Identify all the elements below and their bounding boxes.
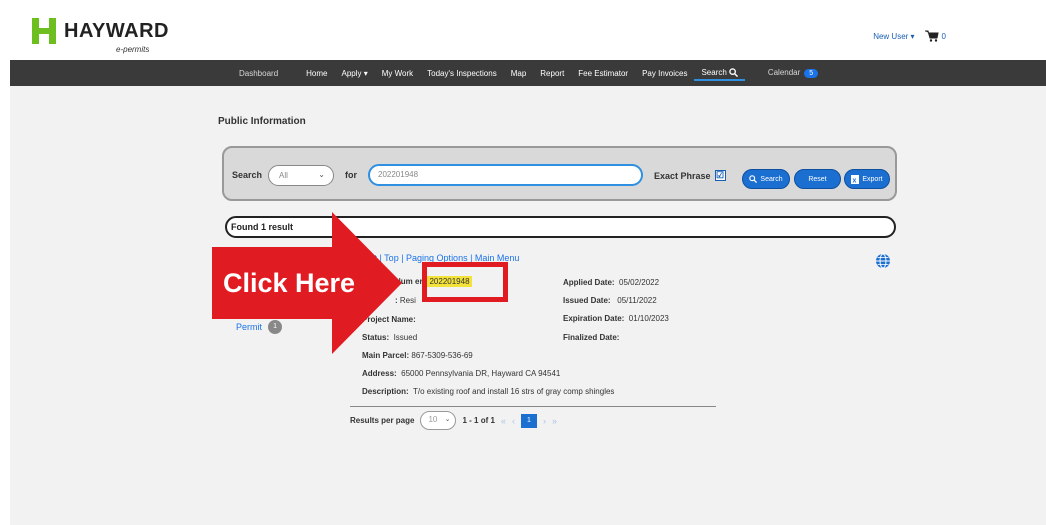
user-menu[interactable]: New User ▾: [873, 32, 914, 41]
nav-report[interactable]: Report: [533, 69, 571, 78]
nav-dashboard[interactable]: Dashboard: [232, 69, 285, 78]
issued-date-value: 05/11/2022: [617, 296, 657, 305]
nav-items: Dashboard Home Apply ▾ My Work Today's I…: [232, 60, 825, 86]
user-area: New User ▾ 0: [873, 30, 946, 42]
nav-calendar[interactable]: Calendar 5: [761, 68, 825, 78]
logo-h-icon: [32, 18, 56, 44]
search-icon: [749, 175, 758, 183]
nav-calendar-label: Calendar: [767, 68, 801, 77]
header: HAYWARD e-permits New User ▾ 0: [10, 0, 1046, 60]
exact-phrase-checkbox[interactable]: ☑: [714, 170, 726, 181]
excel-icon: x: [851, 174, 860, 184]
cart-icon: [924, 30, 939, 42]
results-per-page-label: Results per page: [350, 416, 415, 425]
exact-phrase-label: Exact Phrase: [654, 170, 711, 181]
search-scope-select[interactable]: All ⌄: [268, 165, 334, 186]
expiration-date-value: 01/10/2023: [628, 314, 669, 323]
search-panel: Search All ⌄ for 202201948 Exact Phrase …: [222, 146, 897, 201]
export-button[interactable]: x Export: [844, 169, 890, 189]
reset-button-label: Reset: [808, 175, 827, 183]
description-label: Description:: [362, 387, 409, 396]
current-page[interactable]: 1: [520, 413, 537, 428]
first-page-icon[interactable]: «: [501, 416, 506, 426]
search-button-label: Search: [760, 175, 783, 183]
description: Description: T/o existing roof and insta…: [362, 387, 614, 396]
page: HAYWARD e-permits New User ▾ 0 Dashboard…: [0, 0, 1046, 525]
calendar-badge: 5: [804, 69, 819, 78]
issued-date-label: Issued Date:: [563, 296, 611, 305]
applied-date-value: 05/02/2022: [619, 278, 660, 287]
nav-search-label: Search: [701, 67, 727, 77]
search-scope-value: All: [279, 171, 288, 180]
finalized-date: Finalized Date:: [563, 333, 619, 342]
search-label: Search: [232, 170, 263, 180]
nav-map[interactable]: Map: [504, 69, 534, 78]
address-label: Address:: [362, 369, 397, 378]
nav-home[interactable]: Home: [299, 69, 334, 78]
results-per-page-select[interactable]: 10 ⌄: [420, 411, 457, 430]
applied-date-label: Applied Date:: [563, 278, 615, 287]
page-title: Public Information: [218, 116, 306, 127]
chevron-down-icon: ⌄: [318, 170, 325, 179]
pager: Results per page 10 ⌄ 1 - 1 of 1 « ‹ 1 ›…: [350, 411, 557, 430]
search-button[interactable]: Search: [742, 169, 790, 189]
nav-todays-inspections[interactable]: Today's Inspections: [420, 69, 504, 78]
click-here-annotation: Click Here: [223, 268, 356, 298]
address: Address: 65000 Pennsylvania DR, Hayward …: [362, 369, 560, 378]
nav-my-work[interactable]: My Work: [375, 69, 420, 78]
issued-date: Issued Date: 05/11/2022: [563, 296, 657, 305]
applied-date: Applied Date: 05/02/2022: [563, 278, 659, 287]
prev-page-icon[interactable]: ‹: [512, 416, 515, 426]
divider: [350, 406, 716, 407]
main-parcel-value: 867-5309-536-69: [411, 351, 473, 360]
main-nav: Dashboard Home Apply ▾ My Work Today's I…: [10, 60, 1046, 86]
last-page-icon[interactable]: »: [552, 416, 557, 426]
results-per-page-value: 10: [428, 415, 438, 424]
svg-text:x: x: [853, 177, 857, 184]
expiration-date-label: Expiration Date:: [563, 314, 625, 323]
reset-button[interactable]: Reset: [794, 169, 841, 189]
logo-subtitle: e-permits: [116, 45, 150, 54]
finalized-date-label: Finalized Date:: [563, 333, 620, 342]
description-value: T/o existing roof and install 16 strs of…: [412, 387, 615, 396]
chevron-down-icon: ⌄: [444, 416, 451, 423]
nav-search[interactable]: Search: [694, 67, 745, 81]
logo-brand: HAYWARD: [64, 20, 169, 42]
export-button-label: Export: [862, 175, 883, 183]
page-range: 1 - 1 of 1: [462, 416, 495, 425]
search-input[interactable]: 202201948: [368, 164, 643, 186]
exact-phrase: Exact Phrase ☑: [654, 170, 726, 181]
logo[interactable]: HAYWARD e-permits: [32, 18, 172, 58]
globe-icon[interactable]: [875, 253, 891, 269]
highlight-box: [422, 262, 508, 302]
for-label: for: [345, 170, 357, 180]
next-page-icon[interactable]: ›: [543, 416, 546, 426]
expiration-date: Expiration Date: 01/10/2023: [563, 314, 669, 323]
cart-button[interactable]: 0: [924, 30, 946, 42]
nav-fee-estimator[interactable]: Fee Estimator: [571, 69, 635, 78]
search-icon: [729, 67, 738, 77]
nav-pay-invoices[interactable]: Pay Invoices: [635, 69, 694, 78]
address-value: 65000 Pennsylvania DR, Hayward CA 94541: [401, 369, 561, 378]
record-type-value: Resi: [399, 296, 416, 305]
nav-apply[interactable]: Apply ▾: [334, 69, 374, 78]
cart-count: 0: [941, 31, 946, 41]
